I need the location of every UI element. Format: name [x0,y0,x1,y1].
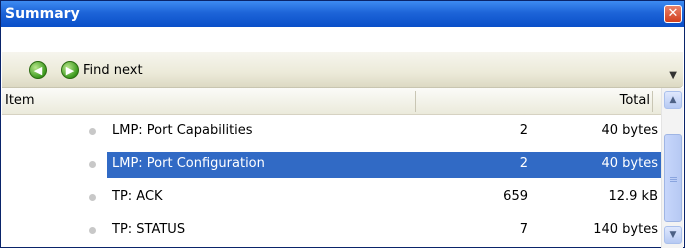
summary-panel: Summary ✕ ◀ ▶ Find next ▼ Item Total LMP… [0,0,685,248]
column-divider[interactable] [652,91,653,112]
bullet-icon [89,194,96,201]
row-count: 7 [519,222,528,237]
arrow-left-circle-icon[interactable]: ◀ [29,61,47,79]
bullet-icon [89,161,96,168]
vertical-scrollbar[interactable]: ▲ ▼ [661,88,683,248]
column-divider[interactable] [415,91,416,112]
table-header: Item Total [2,88,683,115]
table-row[interactable]: LMP: Port Capabilities 2 40 bytes [2,115,661,148]
row-size: 12.9 kB [608,189,658,204]
row-label: TP: ACK [112,189,163,204]
bullet-icon [89,128,96,135]
chevron-up-icon[interactable]: ▲ [664,91,682,109]
column-header-item[interactable]: Item [5,93,35,108]
summary-list: LMP: Port Capabilities 2 40 bytes LMP: P… [2,115,661,248]
row-count: 2 [519,123,528,138]
chevron-down-icon[interactable]: ▼ [664,226,682,244]
toolbar-overflow-icon[interactable]: ▼ [669,70,677,81]
row-count: 2 [519,156,528,171]
row-size: 40 bytes [601,156,659,171]
find-next-button[interactable]: ▶ Find next [61,61,143,79]
row-label: LMP: Port Configuration [112,156,265,171]
row-size: 140 bytes [593,222,658,237]
bullet-icon [89,227,96,234]
row-label: LMP: Port Capabilities [112,123,253,138]
window-title: Summary [5,6,80,22]
column-header-total[interactable]: Total [620,93,650,108]
table-row[interactable]: TP: ACK 659 12.9 kB [2,181,661,214]
title-bar: Summary ✕ [1,1,684,27]
close-icon[interactable]: ✕ [664,5,682,23]
table-row[interactable]: TP: STATUS 7 140 bytes [2,214,661,247]
scrollbar-thumb[interactable] [664,134,682,222]
row-label: TP: STATUS [112,222,186,237]
toolbar: ◀ ▶ Find next ▼ [2,52,683,88]
grip-icon [670,177,677,178]
arrow-right-circle-icon: ▶ [61,61,79,79]
table-row[interactable]: LMP: Port Configuration 2 40 bytes [2,148,661,181]
find-next-label: Find next [83,62,143,78]
row-size: 40 bytes [601,123,659,138]
row-count: 659 [503,189,528,204]
